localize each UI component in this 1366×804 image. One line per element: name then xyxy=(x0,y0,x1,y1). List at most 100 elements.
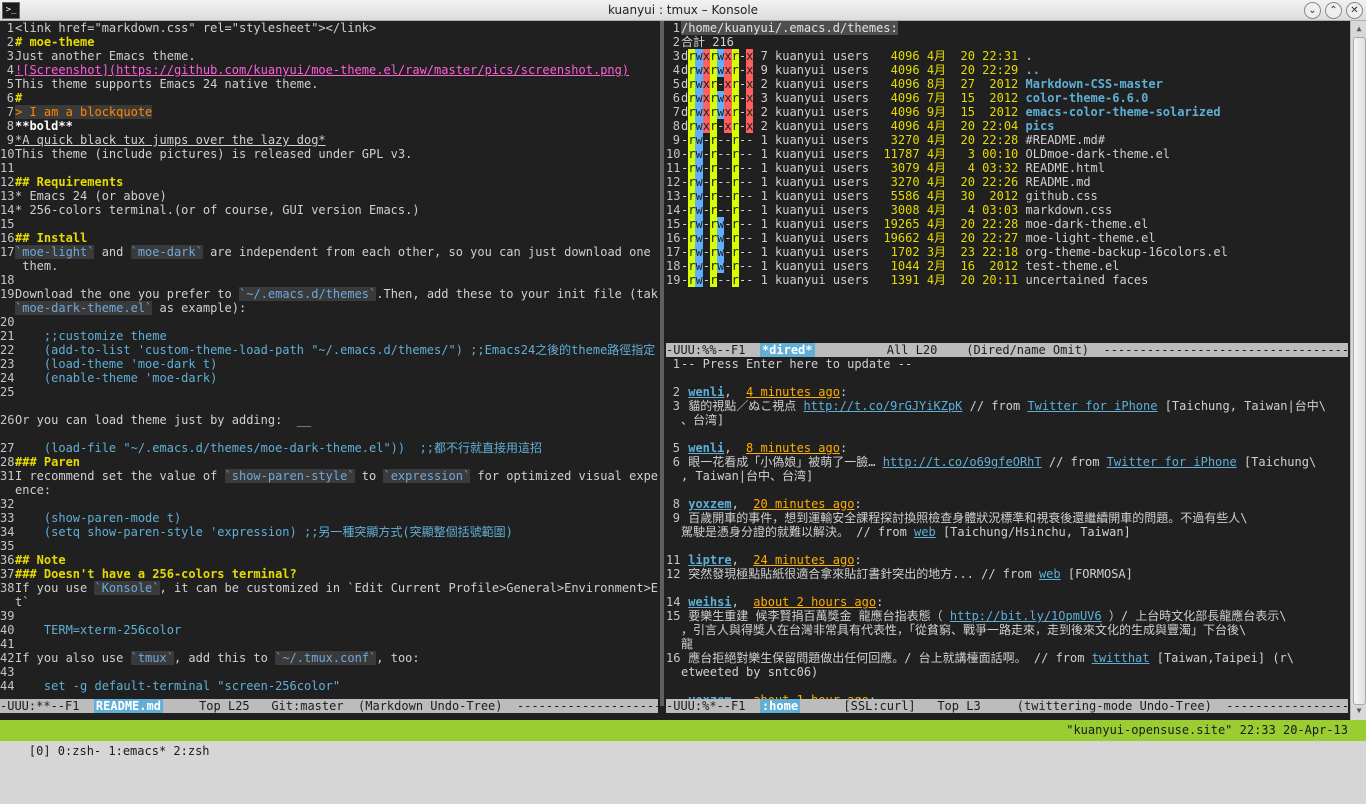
tweet-body-line[interactable]: , Taiwan|台中、台湾] xyxy=(666,469,1348,483)
tweet-time[interactable]: 20 minutes ago xyxy=(753,497,854,511)
tweet-body-line[interactable]: 6 眼一花看成「小偽娘」被萌了一臉… http://t.co/o69gfeORh… xyxy=(666,455,1348,469)
editor-line[interactable]: t` xyxy=(0,595,658,609)
file-name[interactable]: uncertained faces xyxy=(1026,273,1149,287)
konsole-terminal[interactable]: 1<link href="markdown.css" rel="styleshe… xyxy=(0,21,1366,758)
dired-entry[interactable]: 11-rw-r--r-- 1 kuanyui users 3079 4月 4 0… xyxy=(666,161,1348,175)
file-name[interactable]: markdown.css xyxy=(1026,203,1113,217)
tweet-source[interactable]: web xyxy=(914,525,936,539)
scroll-down-icon[interactable]: ▼ xyxy=(1353,705,1365,717)
tweet-header[interactable]: 2 wenli, 4 minutes ago: xyxy=(666,385,1348,399)
tweet-header[interactable]: 5 wenli, 8 minutes ago: xyxy=(666,441,1348,455)
editor-line[interactable]: 17`moe-light` and `moe-dark` are indepen… xyxy=(0,245,658,259)
file-name[interactable]: Markdown-CSS-master xyxy=(1026,77,1163,91)
tweet-body-line[interactable]: 3 貓的視點／ぬこ視点 http://t.co/9rGJYiKZpK // fr… xyxy=(666,399,1348,413)
tweet-body-line[interactable]: 龍 xyxy=(666,637,1348,651)
editor-line[interactable]: 18 xyxy=(0,273,658,287)
editor-line[interactable]: 26Or you can load theme just by adding: … xyxy=(0,413,658,427)
file-name[interactable]: moe-light-theme.el xyxy=(1026,231,1156,245)
editor-line[interactable]: 23 (load-theme 'moe-dark t) xyxy=(0,357,658,371)
tweet-time[interactable]: 24 minutes ago xyxy=(753,553,854,567)
editor-line[interactable]: them. xyxy=(0,259,658,273)
tweet-time[interactable]: 4 minutes ago xyxy=(746,385,840,399)
editor-line[interactable]: 38If you use `Konsole`, it can be custom… xyxy=(0,581,658,595)
editor-line[interactable]: 39 xyxy=(0,609,658,623)
editor-line[interactable]: 13* Emacs 24 (or above) xyxy=(0,189,658,203)
tweet-header[interactable]: 14 weihsi, about 2 hours ago: xyxy=(666,595,1348,609)
dired-entry[interactable]: 9-rw-r--r-- 1 kuanyui users 3270 4月 20 2… xyxy=(666,133,1348,147)
twitter-update-text[interactable]: -- Press Enter here to update -- xyxy=(681,357,912,371)
editor-line[interactable]: 7> I am a blockquote xyxy=(0,105,658,119)
tweet-source[interactable]: twitthat xyxy=(1092,651,1150,665)
tweet-source[interactable]: Twitter for iPhone xyxy=(1107,455,1237,469)
tweet-link[interactable]: http://t.co/9rGJYiKZpK xyxy=(803,399,962,413)
dired-entry[interactable]: 15-rw-rw-r-- 1 kuanyui users 19265 4月 20… xyxy=(666,217,1348,231)
tweet-author[interactable]: wenli xyxy=(688,385,724,399)
dired-entry[interactable]: 17-rw-rw-r-- 1 kuanyui users 1702 3月 23 … xyxy=(666,245,1348,259)
file-name[interactable]: org-theme-backup-16colors.el xyxy=(1026,245,1228,259)
editor-line[interactable]: 4![Screenshot](https://github.com/kuanyu… xyxy=(0,63,658,77)
tweet-list[interactable]: 2 wenli, 4 minutes ago: 3 貓的視點／ぬこ視点 http:… xyxy=(666,371,1348,699)
editor-line[interactable]: ence: xyxy=(0,483,658,497)
tweet-time[interactable]: about 2 hours ago xyxy=(753,595,876,609)
file-name[interactable]: README.html xyxy=(1026,161,1105,175)
tweet-body-line[interactable]: 9 百歲開車的事件，想到運輸安全課程探討換照檢查身體狀況標準和視衰後還繼續開車的… xyxy=(666,511,1348,525)
twitter-update-line[interactable]: 1-- Press Enter here to update -- xyxy=(666,357,1348,371)
dired-entry[interactable]: 4drwxrwxr-x 9 kuanyui users 4096 4月 20 2… xyxy=(666,63,1348,77)
editor-line[interactable] xyxy=(0,399,658,413)
tweet-source[interactable]: Twitter for iPhone xyxy=(1027,399,1157,413)
tweet-author[interactable]: liptre xyxy=(688,553,731,567)
editor-line[interactable]: 19Download the one you prefer to `~/.ema… xyxy=(0,287,658,301)
scrollbar-thumb[interactable] xyxy=(1353,37,1366,705)
editor-line[interactable]: 20 xyxy=(0,315,658,329)
editor-line[interactable]: 34 (setq show-paren-style 'expression) ;… xyxy=(0,525,658,539)
editor-line[interactable]: 1<link href="markdown.css" rel="styleshe… xyxy=(0,21,658,35)
tweet-author[interactable]: wenli xyxy=(688,441,724,455)
file-name[interactable]: pics xyxy=(1026,119,1055,133)
minimize-icon[interactable]: ⌄ xyxy=(1304,2,1321,19)
dired-entry[interactable]: 7drwxrwxr-x 2 kuanyui users 4096 9月 15 2… xyxy=(666,105,1348,119)
dired-pane[interactable]: 1/home/kuanyui/.emacs.d/themes: 2合計 216 … xyxy=(666,21,1348,341)
tweet-link[interactable]: http://t.co/o69gfeORhT xyxy=(883,455,1042,469)
tweet-time[interactable]: 8 minutes ago xyxy=(746,441,840,455)
dired-list[interactable]: 3drwxrwxr-x 7 kuanyui users 4096 4月 20 2… xyxy=(666,49,1348,287)
editor-line[interactable]: 32 xyxy=(0,497,658,511)
tweet-body-line[interactable]: 駕駛是憑身分證的就難以解決。 // from web [Taichung/Hsi… xyxy=(666,525,1348,539)
scroll-up-icon[interactable]: ▲ xyxy=(1353,23,1365,35)
editor-line[interactable]: 25 xyxy=(0,385,658,399)
editor-line[interactable]: 6# xyxy=(0,91,658,105)
pane-divider[interactable] xyxy=(660,21,664,706)
tweet-header[interactable]: 11 liptre, 24 minutes ago: xyxy=(666,553,1348,567)
window-titlebar[interactable]: >_ kuanyui : tmux – Konsole ⌄ ⌃ ✕ xyxy=(0,0,1366,21)
file-name[interactable]: moe-dark-theme.el xyxy=(1026,217,1149,231)
editor-line[interactable]: 44 set -g default-terminal "screen-256co… xyxy=(0,679,658,693)
editor-line[interactable]: 5This theme supports Emacs 24 native the… xyxy=(0,77,658,91)
tmux-window-list[interactable]: [0] 0:zsh- 1:emacs* 2:zsh xyxy=(29,744,210,758)
dired-entry[interactable]: 16-rw-rw-r-- 1 kuanyui users 19662 4月 20… xyxy=(666,231,1348,245)
file-name[interactable]: OLDmoe-dark-theme.el xyxy=(1026,147,1171,161)
markdown-editor-pane[interactable]: 1<link href="markdown.css" rel="styleshe… xyxy=(0,21,658,706)
editor-line[interactable]: 2# moe-theme xyxy=(0,35,658,49)
file-name[interactable]: README.md xyxy=(1026,175,1091,189)
dired-entry[interactable]: 8drwxr-xr-x 2 kuanyui users 4096 4月 20 2… xyxy=(666,119,1348,133)
editor-line[interactable]: 15 xyxy=(0,217,658,231)
editor-line[interactable]: 12## Requirements xyxy=(0,175,658,189)
editor-line[interactable]: 33 (show-paren-mode t) xyxy=(0,511,658,525)
editor-line[interactable]: 35 xyxy=(0,539,658,553)
editor-line[interactable]: 10This theme (include pictures) is relea… xyxy=(0,147,658,161)
markdown-buffer[interactable]: 1<link href="markdown.css" rel="styleshe… xyxy=(0,21,658,693)
editor-line[interactable]: 14* 256-colors terminal.(or of course, G… xyxy=(0,203,658,217)
file-name[interactable]: test-theme.el xyxy=(1026,259,1120,273)
dired-entry[interactable]: 12-rw-r--r-- 1 kuanyui users 3270 4月 20 … xyxy=(666,175,1348,189)
editor-line[interactable]: 16## Install xyxy=(0,231,658,245)
editor-line[interactable]: 21 ;;customize theme xyxy=(0,329,658,343)
file-name[interactable]: . xyxy=(1026,49,1033,63)
dired-entry[interactable]: 5drwxr-xr-x 2 kuanyui users 4096 8月 27 2… xyxy=(666,77,1348,91)
dired-entry[interactable]: 6drwxrwxr-x 3 kuanyui users 4096 7月 15 2… xyxy=(666,91,1348,105)
editor-line[interactable]: 3Just another Emacs theme. xyxy=(0,49,658,63)
editor-line[interactable]: 37### Doesn't have a 256-colors terminal… xyxy=(0,567,658,581)
editor-line[interactable]: 24 (enable-theme 'moe-dark) xyxy=(0,371,658,385)
editor-line[interactable]: 31I recommend set the value of `show-par… xyxy=(0,469,658,483)
editor-line[interactable]: 9*A quick black tux jumps over the lazy … xyxy=(0,133,658,147)
editor-line[interactable]: 8**bold** xyxy=(0,119,658,133)
file-name[interactable]: .. xyxy=(1026,63,1040,77)
